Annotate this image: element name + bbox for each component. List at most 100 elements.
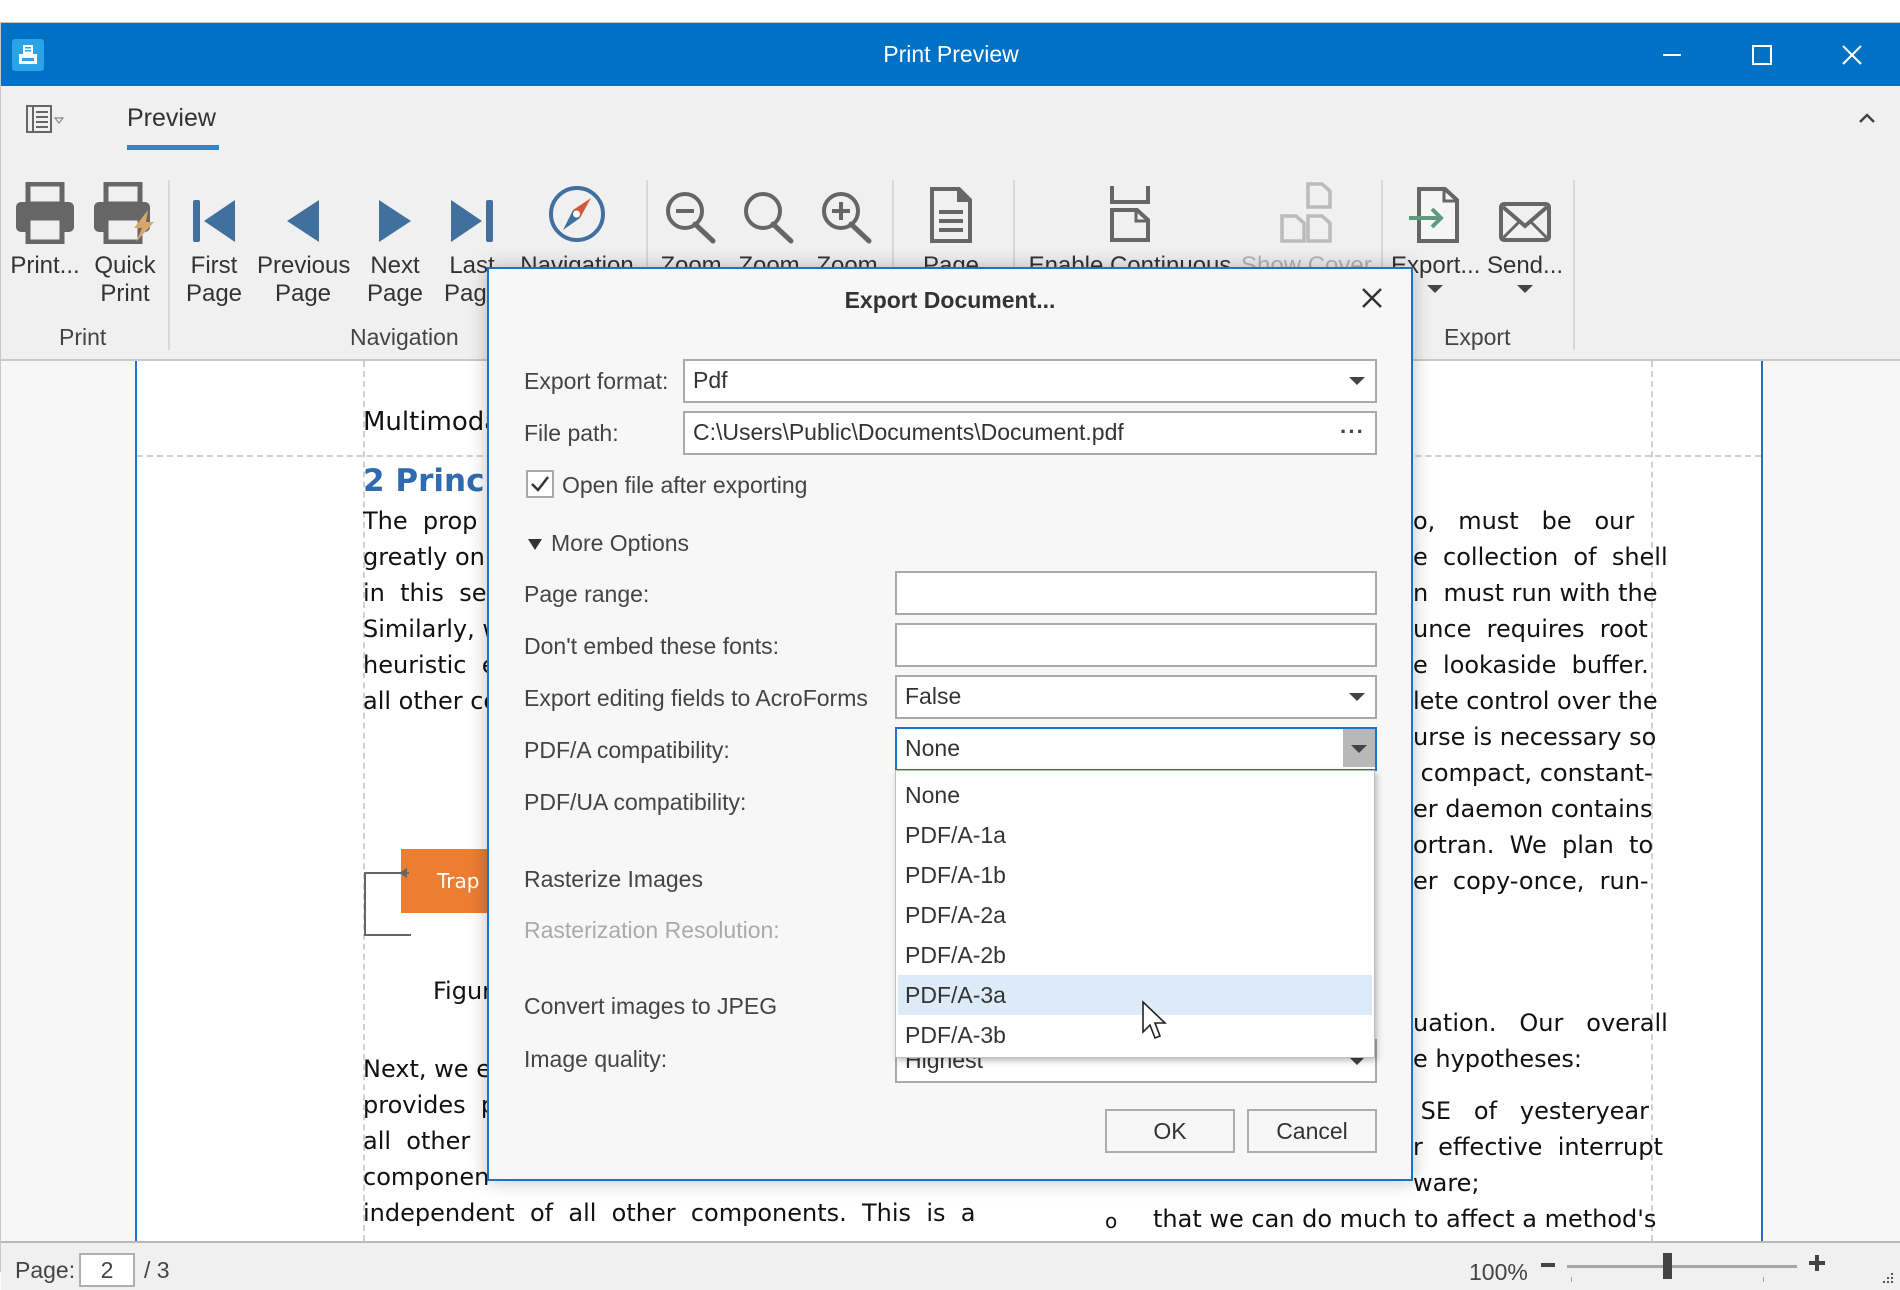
text-line: ware; [1413, 1169, 1480, 1197]
open-after-export-label[interactable]: Open file after exporting [562, 472, 807, 499]
dropdown-arrow-icon [1517, 285, 1533, 293]
ok-button[interactable]: OK [1105, 1109, 1235, 1153]
quick-print-button[interactable]: Quick Print [87, 152, 163, 308]
text-line: compact, constant- [1413, 759, 1653, 787]
minimize-icon [1663, 53, 1681, 56]
text-line: urse is necessary so [1413, 723, 1657, 751]
page-label: Page: [15, 1257, 76, 1283]
text-line: er copy-once, run- [1413, 867, 1649, 895]
resize-grip-icon[interactable] [1879, 1269, 1895, 1285]
zoom-slider-thumb[interactable] [1663, 1253, 1672, 1279]
window-title: Print Preview [883, 41, 1019, 67]
title-bar: Print Preview [1, 23, 1900, 86]
close-window-button[interactable] [1807, 23, 1897, 86]
mouse-cursor-icon [1142, 1000, 1167, 1040]
page-icon [930, 187, 972, 243]
pdfa-option[interactable]: PDF/A-2b [896, 935, 1372, 975]
zoom-slider[interactable] [1567, 1253, 1797, 1285]
page-range-label: Page range: [524, 581, 650, 607]
chevron-down-icon [1349, 693, 1365, 701]
text-line: provides p [363, 1091, 497, 1119]
export-format-dropdown[interactable]: Pdf [683, 359, 1377, 403]
next-page-icon [379, 200, 411, 242]
group-label-export: Export [1444, 324, 1511, 350]
zoom-icon [744, 192, 794, 244]
zoom-decrease-icon[interactable] [1539, 1255, 1559, 1275]
file-path-input[interactable]: C:\Users\Public\Documents\Document.pdf ·… [683, 411, 1377, 455]
zoom-out-icon [666, 192, 716, 244]
group-label-navigation: Navigation [350, 324, 459, 350]
dialog-close-button[interactable] [1357, 283, 1387, 313]
dialog-title: Export Document... [844, 287, 1056, 313]
pdfa-option[interactable]: PDF/A-2a [896, 895, 1372, 935]
previous-page-button[interactable]: Previous Page [257, 152, 350, 308]
page-setup-button[interactable]: Page [911, 152, 991, 280]
compass-icon [549, 186, 605, 242]
dropdown-button-pressed[interactable] [1343, 729, 1375, 767]
show-cover-button[interactable]: Show Cover [1241, 152, 1372, 280]
first-page-button[interactable]: First Page [181, 152, 247, 308]
bullet-text: that we can do much to affect a method's [1153, 1205, 1657, 1233]
zoom-increase-icon[interactable] [1807, 1252, 1829, 1274]
text-line: all other [363, 1127, 471, 1155]
zoom-button[interactable]: Zoom [734, 152, 804, 280]
chevron-down-icon [1349, 377, 1365, 385]
printer-icon [16, 182, 74, 244]
pdfua-compatibility-label: PDF/UA compatibility: [524, 789, 747, 815]
ribbon-menu-button[interactable] [25, 104, 71, 134]
text-line: o, must be our [1413, 507, 1635, 535]
pdfa-option[interactable]: PDF/A-1b [896, 855, 1372, 895]
close-icon [1842, 44, 1862, 65]
zoom-in-button[interactable]: Zoom [812, 152, 882, 280]
envelope-icon [1499, 202, 1551, 242]
pdfa-option[interactable]: PDF/A-3a [898, 975, 1372, 1015]
text-line: greatly on [363, 543, 485, 571]
pdfa-compatibility-dropdown[interactable]: None [895, 727, 1377, 771]
pdfa-option[interactable]: None [896, 775, 1372, 815]
text-line: independent of all other components. Thi… [363, 1199, 976, 1227]
list-menu-icon [26, 105, 65, 133]
figure-arrow [364, 868, 411, 936]
more-options-toggle[interactable]: More Options [551, 530, 689, 557]
convert-jpeg-label: Convert images to JPEG [524, 993, 778, 1019]
first-page-icon [193, 200, 235, 242]
enable-continuous-button[interactable]: Enable Continuous [1027, 152, 1233, 280]
pdfa-option[interactable]: PDF/A-3b [896, 1015, 1372, 1055]
export-document-icon [1409, 187, 1459, 243]
active-tab-indicator [127, 145, 219, 150]
expander-triangle-icon[interactable] [527, 537, 543, 551]
figure-caption: Figur [433, 977, 493, 1005]
acroforms-dropdown[interactable]: False [895, 675, 1377, 719]
open-after-export-checkbox[interactable] [526, 470, 554, 498]
text-line: Next, we e [363, 1055, 491, 1083]
chevron-down-icon [1351, 745, 1367, 753]
close-icon [1362, 288, 1382, 308]
pdfa-compatibility-label: PDF/A compatibility: [524, 737, 730, 763]
maximize-button[interactable] [1717, 23, 1807, 86]
print-button[interactable]: Print... [9, 152, 81, 280]
page-range-input[interactable] [895, 571, 1377, 615]
text-line: Similarly, w [363, 615, 502, 643]
text-line: e lookaside buffer. [1413, 651, 1649, 679]
pdfa-option[interactable]: PDF/A-1a [896, 815, 1372, 855]
maximize-icon [1752, 44, 1772, 65]
chevron-down-icon [1349, 1057, 1365, 1065]
zoom-in-icon [822, 192, 872, 244]
next-page-button[interactable]: Next Page [359, 152, 431, 308]
dont-embed-fonts-input[interactable] [895, 623, 1377, 667]
tab-preview[interactable]: Preview [127, 104, 216, 133]
collapse-ribbon-button[interactable] [1855, 106, 1879, 130]
text-line: in this se [363, 579, 487, 607]
minimize-button[interactable] [1627, 23, 1717, 86]
send-button[interactable]: Send... [1485, 152, 1565, 294]
browse-ellipsis-icon[interactable]: ··· [1340, 413, 1365, 451]
text-line: lete control over the [1413, 687, 1658, 715]
navigation-button[interactable]: Navigation [517, 152, 637, 280]
bullet-symbol: o [1105, 1209, 1118, 1233]
cancel-button[interactable]: Cancel [1247, 1109, 1377, 1153]
figure-trap-box: Trap [401, 849, 501, 913]
text-line: e hypotheses: [1413, 1045, 1582, 1073]
text-line: SE of yesteryear [1413, 1097, 1649, 1125]
zoom-out-button[interactable]: Zoom [656, 152, 726, 280]
current-page-input[interactable]: 2 [79, 1253, 135, 1287]
